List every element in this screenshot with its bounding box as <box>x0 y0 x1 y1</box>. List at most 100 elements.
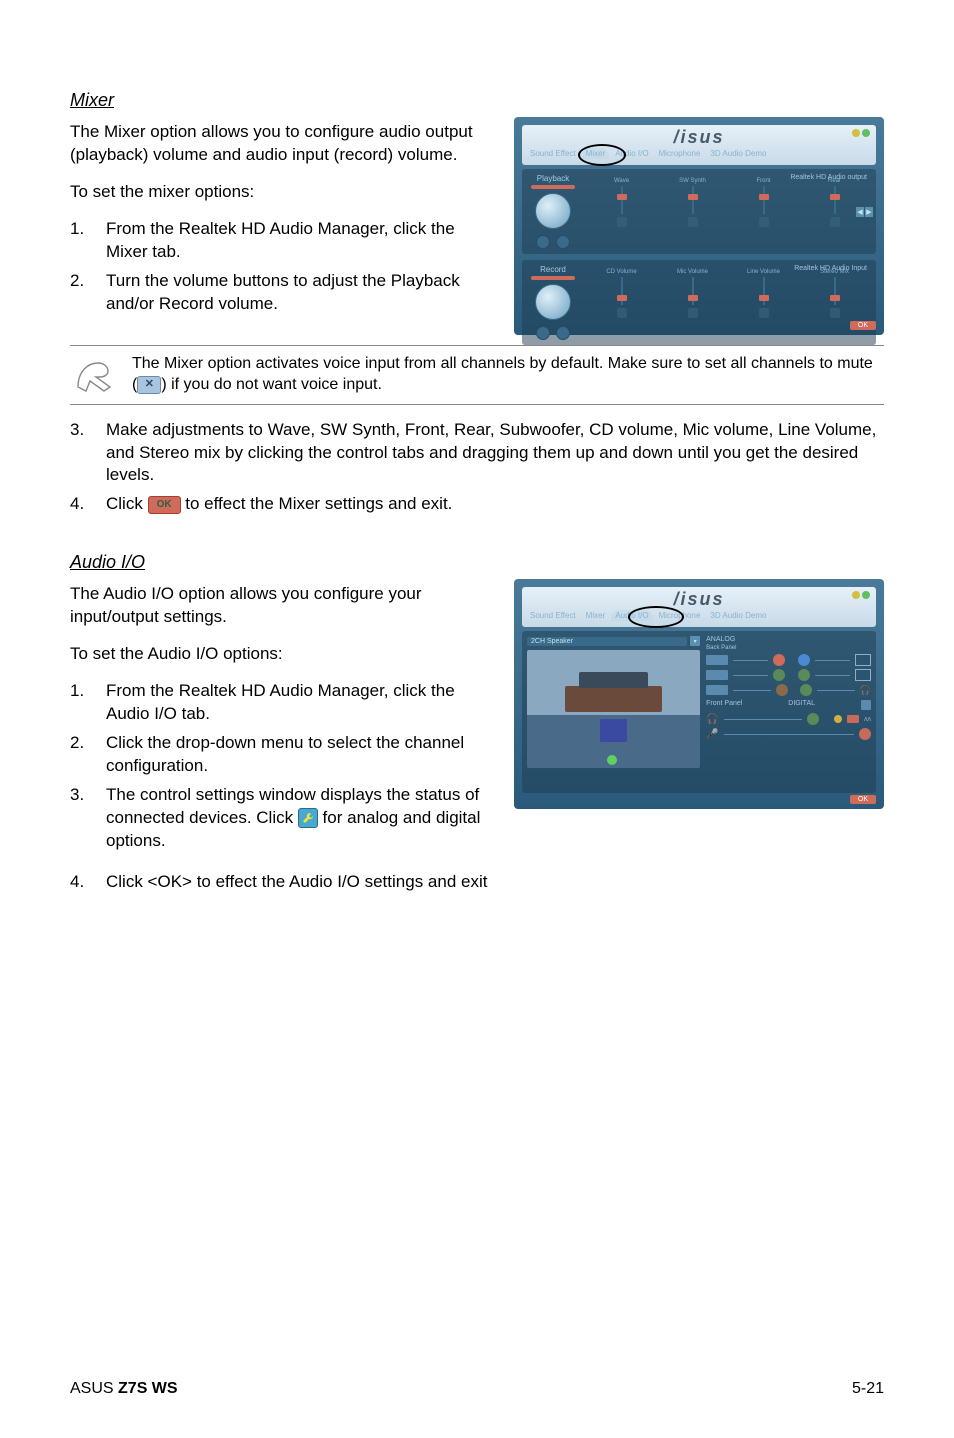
jack-dot[interactable] <box>773 669 785 681</box>
annotation-circle <box>578 144 626 166</box>
note-hand-icon <box>74 357 118 393</box>
analog-label: ANALOG <box>706 636 871 643</box>
mute-toggle[interactable] <box>759 217 769 227</box>
record-balance-icon[interactable] <box>536 326 550 340</box>
footer-page-number: 5-21 <box>852 1380 884 1398</box>
slider-label: Line Volume <box>747 269 780 275</box>
mixer-heading: Mixer <box>70 90 884 111</box>
jack-dot[interactable] <box>798 654 810 666</box>
jack-dot[interactable] <box>807 713 819 725</box>
device-icon <box>855 669 871 681</box>
app-ok-button[interactable]: OK <box>850 795 876 804</box>
mute-icon: ✕ <box>137 376 161 394</box>
record-panel: Record Realtek HD Audio Input CD Volume … <box>522 260 876 345</box>
aio-step-4: Click <OK> to effect the Audio I/O setti… <box>106 871 884 894</box>
page-footer: ASUS Z7S WS 5-21 <box>70 1362 884 1398</box>
mixer-step-1: From the Realtek HD Audio Manager, click… <box>106 218 496 264</box>
mixer-intro: The Mixer option allows you to configure… <box>70 121 496 167</box>
playback-label: Playback <box>537 174 569 183</box>
jack-dot[interactable] <box>776 684 788 696</box>
volume-slider[interactable] <box>692 277 694 305</box>
list-num: 3. <box>70 784 106 853</box>
jack-icon <box>706 655 728 665</box>
footer-model: Z7S WS <box>118 1380 178 1397</box>
spdif-led-icon <box>834 715 842 723</box>
volume-slider[interactable] <box>692 186 694 214</box>
app-title-bar: /isus Sound Effect Mixer Audio I/O Micro… <box>522 125 876 165</box>
digital-settings-icon[interactable] <box>861 700 871 710</box>
app-logo: /isus <box>673 589 724 609</box>
back-panel-label: Back Panel <box>706 645 871 651</box>
mute-toggle[interactable] <box>830 308 840 318</box>
mixer-to-set: To set the mixer options: <box>70 181 496 204</box>
jack-icon <box>706 670 728 680</box>
playback-volume-knob[interactable] <box>535 193 571 229</box>
playback-balance-icon[interactable] <box>536 235 550 249</box>
status-bar <box>522 799 876 813</box>
slider-label: Rear <box>828 178 841 184</box>
tab-microphone[interactable]: Microphone <box>655 148 705 159</box>
close-icon[interactable] <box>862 129 870 137</box>
audio-io-heading: Audio I/O <box>70 552 884 573</box>
jack-dot[interactable] <box>859 728 871 740</box>
volume-slider[interactable] <box>621 186 623 214</box>
jack-dot[interactable] <box>800 684 812 696</box>
list-num: 1. <box>70 680 106 726</box>
mixer-screenshot: /isus Sound Effect Mixer Audio I/O Micro… <box>514 117 884 335</box>
wrench-icon <box>298 808 318 828</box>
mute-toggle[interactable] <box>830 217 840 227</box>
mixer-step-4: Click OK to effect the Mixer settings an… <box>106 493 884 516</box>
audio-io-screenshot: /isus Sound Effect Mixer Audio I/O Micro… <box>514 579 884 809</box>
app-title-bar: /isus Sound Effect Mixer Audio I/O Micro… <box>522 587 876 627</box>
annotation-circle <box>628 606 684 628</box>
tab-sound-effect[interactable]: Sound Effect <box>526 610 580 621</box>
app-ok-button[interactable]: OK <box>850 321 876 330</box>
mute-toggle[interactable] <box>688 308 698 318</box>
playback-mute-icon[interactable] <box>556 235 570 249</box>
minimize-icon[interactable] <box>852 591 860 599</box>
tab-sound-effect[interactable]: Sound Effect <box>526 148 580 159</box>
slider-label: Wave <box>614 178 629 184</box>
volume-slider[interactable] <box>834 186 836 214</box>
mute-toggle[interactable] <box>688 217 698 227</box>
close-icon[interactable] <box>862 591 870 599</box>
list-num: 1. <box>70 218 106 264</box>
aio-step-1: From the Realtek HD Audio Manager, click… <box>106 680 496 726</box>
slider-label: CD Volume <box>606 269 636 275</box>
ok-button-icon: OK <box>148 496 181 514</box>
aio-step-2: Click the drop-down menu to select the c… <box>106 732 496 778</box>
volume-slider[interactable] <box>763 186 765 214</box>
dropdown-icon[interactable]: ▾ <box>690 636 700 646</box>
footer-brand: ASUS <box>70 1380 118 1397</box>
mixer-step-2: Turn the volume buttons to adjust the Pl… <box>106 270 496 316</box>
list-num: 4. <box>70 493 106 516</box>
list-num: 3. <box>70 419 106 488</box>
aio-to-set: To set the Audio I/O options: <box>70 643 496 666</box>
device-icon <box>855 654 871 666</box>
jack-dot[interactable] <box>798 669 810 681</box>
volume-slider[interactable] <box>834 277 836 305</box>
spdif-icon <box>847 715 859 723</box>
app-logo: /isus <box>673 127 724 147</box>
slider-label: Stereo Mix <box>820 269 849 275</box>
mute-toggle[interactable] <box>617 308 627 318</box>
status-bar <box>522 351 876 365</box>
slider-label: SW Synth <box>679 178 706 184</box>
minimize-icon[interactable] <box>852 129 860 137</box>
volume-slider[interactable] <box>621 277 623 305</box>
mute-toggle[interactable] <box>759 308 769 318</box>
aio-intro: The Audio I/O option allows you configur… <box>70 583 496 629</box>
volume-slider[interactable] <box>763 277 765 305</box>
list-num: 2. <box>70 270 106 316</box>
scroll-arrows[interactable]: ◀▶ <box>856 207 873 217</box>
channel-config-select[interactable]: 2CH Speaker <box>527 637 687 646</box>
record-mute-icon[interactable] <box>556 326 570 340</box>
tab-3d-demo[interactable]: 3D Audio Demo <box>706 610 770 621</box>
tab-mixer[interactable]: Mixer <box>582 610 610 621</box>
digital-label: DIGITAL <box>788 700 815 708</box>
mute-toggle[interactable] <box>617 217 627 227</box>
tab-3d-demo[interactable]: 3D Audio Demo <box>706 148 770 159</box>
list-num: 2. <box>70 732 106 778</box>
jack-dot[interactable] <box>773 654 785 666</box>
record-volume-knob[interactable] <box>535 284 571 320</box>
